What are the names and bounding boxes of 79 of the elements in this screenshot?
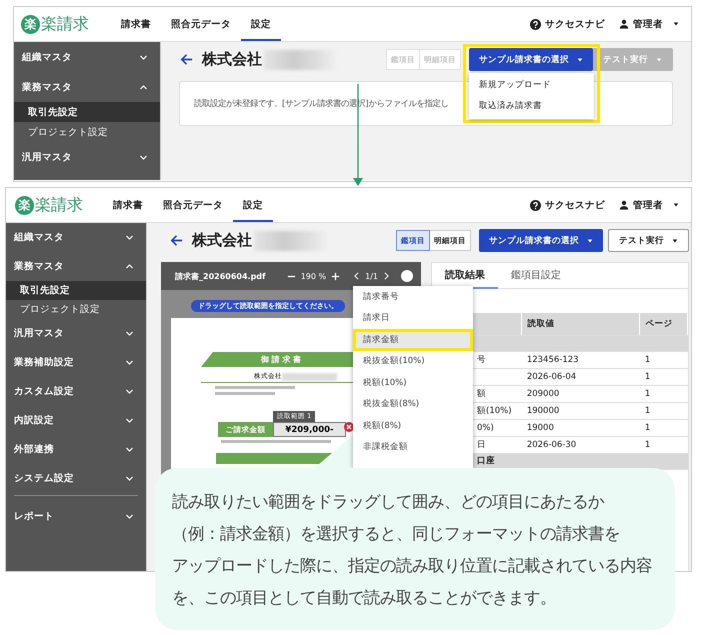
logo-mark: 楽 <box>15 196 34 214</box>
nav-tab[interactable]: 請求書 <box>103 188 153 222</box>
table-cell: 1 <box>640 351 688 368</box>
zoom-in-icon[interactable] <box>331 272 340 280</box>
sidebar-subitem[interactable]: プロジェクト設定 <box>14 122 160 142</box>
sample-select-button[interactable]: サンプル請求書の選択 <box>469 48 593 71</box>
page-title: 株式会社 <box>202 50 262 69</box>
callout-line: を、この項目として自動で読み取ることができます。 <box>172 587 556 609</box>
caret-icon <box>672 238 678 244</box>
text-line <box>215 392 275 395</box>
table-cell: 1 <box>640 368 688 385</box>
caret-icon <box>587 238 593 244</box>
caret-icon[interactable] <box>673 21 679 27</box>
menu-item[interactable]: 税抜金額(8%) <box>353 394 473 415</box>
nav-tab[interactable]: 請求書 <box>111 7 161 41</box>
sidebar-item[interactable]: システム設定 <box>6 464 146 493</box>
table-cell: 1 <box>640 419 688 436</box>
callout-line: （例：請求金額）を選択すると、同じフォーマットの請求書を <box>172 523 620 545</box>
sidebar-item[interactable]: 業務補助設定 <box>6 348 146 377</box>
table-cell: 2026-06-30 <box>522 436 640 453</box>
test-run-button[interactable]: テスト実行 <box>608 229 689 252</box>
page-title: 株式会社 <box>192 231 252 250</box>
sidebar-subitem[interactable]: 取引先設定 <box>14 102 160 122</box>
callout-line: アップロードした際に、指定の読み取り位置に記載されている内容 <box>172 555 652 577</box>
next-page-icon[interactable] <box>384 272 389 280</box>
table-cell: 2026-06-04 <box>522 368 640 385</box>
sidebar-subitem[interactable]: 取引先設定 <box>6 281 146 300</box>
menu-item[interactable]: 税額(10%) <box>353 372 473 394</box>
user-menu[interactable]: 管理者 <box>633 198 663 212</box>
sidebar-subitem[interactable]: プロジェクト設定 <box>6 300 146 319</box>
logo-text: 楽請求 <box>35 194 83 216</box>
logo-mark: 楽 <box>21 14 40 34</box>
table-cell: 19000 <box>522 419 640 436</box>
table-cell: 1 <box>640 385 688 402</box>
nav-tab[interactable]: 照合元データ <box>153 188 233 222</box>
table-cell: 209000 <box>522 385 640 402</box>
table-cell: 1 <box>640 436 688 453</box>
help-link[interactable]: サクセスナビ <box>545 18 605 30</box>
user-menu[interactable]: 管理者 <box>633 18 663 30</box>
menu-item[interactable]: 請求番号 <box>353 286 473 308</box>
nav-tab[interactable]: 照合元データ <box>161 7 241 41</box>
menu-item[interactable]: 請求日 <box>353 308 473 329</box>
table-header: 読取値 <box>522 313 640 335</box>
menu-item[interactable]: 税額(8%) <box>353 415 473 436</box>
sidebar-item[interactable]: 業務マスタ <box>14 72 160 102</box>
table-cell: 190000 <box>522 402 640 419</box>
user-icon[interactable] <box>619 19 629 29</box>
user-icon[interactable] <box>619 200 629 210</box>
sample-select-button[interactable]: サンプル請求書の選択 <box>479 229 603 252</box>
help-link[interactable]: サクセスナビ <box>545 198 605 212</box>
table-cell: 1 <box>640 402 688 419</box>
sidebar-item[interactable]: 組織マスタ <box>14 42 160 72</box>
sidebar-item[interactable]: レポート <box>6 502 146 531</box>
previous-page-icon[interactable] <box>354 272 360 280</box>
back-arrow-icon[interactable] <box>169 233 184 248</box>
caret-icon[interactable] <box>673 202 679 208</box>
menu-item[interactable]: 非課税金額 <box>353 436 473 458</box>
callout-line: 読み取りたい範囲をドラッグして囲み、どの項目にあたるか <box>172 491 604 513</box>
sidebar-item[interactable]: 外部連携 <box>6 435 146 464</box>
caret-icon <box>656 56 662 62</box>
sidebar-item[interactable]: 組織マスタ <box>6 223 146 252</box>
sidebar-item[interactable]: 業務マスタ <box>6 252 146 281</box>
table-cell: 123456-123 <box>522 351 640 368</box>
caret-icon <box>577 56 583 62</box>
menu-item[interactable]: 取込済み請求書 <box>469 96 594 117</box>
logo-text: 楽請求 <box>41 14 89 34</box>
file-name: 請求書_20260604.pdf <box>175 270 266 282</box>
amount-value: ¥209,000- <box>273 422 346 437</box>
sidebar-item[interactable]: 汎用マスタ <box>14 142 160 172</box>
page-counter: 1/1 <box>365 272 378 280</box>
blurred-name-block <box>282 372 337 380</box>
zoom-level: 190 % <box>300 272 326 280</box>
tab[interactable]: 鑑項目設定 <box>498 263 574 289</box>
back-arrow-icon[interactable] <box>179 52 194 67</box>
menu-item[interactable]: 請求金額 <box>353 329 473 350</box>
sidebar-item[interactable]: カスタム設定 <box>6 377 146 406</box>
sidebar-item[interactable]: 内訳設定 <box>6 406 146 435</box>
sidebar-item[interactable]: 汎用マスタ <box>6 319 146 348</box>
table-header: ページ <box>640 313 688 335</box>
